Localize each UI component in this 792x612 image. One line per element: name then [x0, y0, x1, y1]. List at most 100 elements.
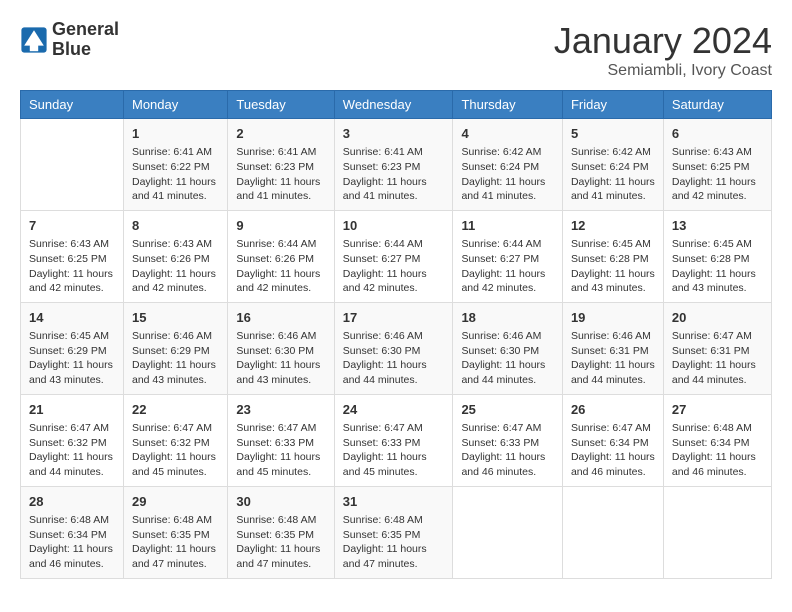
cell-content: Sunrise: 6:45 AMSunset: 6:28 PMDaylight:… [571, 237, 655, 296]
calendar-cell: 11 Sunrise: 6:44 AMSunset: 6:27 PMDayligh… [453, 210, 563, 302]
cell-content: Sunrise: 6:47 AMSunset: 6:34 PMDaylight:… [571, 421, 655, 480]
cell-content: Sunrise: 6:48 AMSunset: 6:34 PMDaylight:… [29, 513, 115, 572]
day-number: 9 [236, 217, 325, 235]
calendar-cell: 16 Sunrise: 6:46 AMSunset: 6:30 PMDayligh… [228, 302, 334, 394]
calendar-week-row: 21Sunrise: 6:47 AMSunset: 6:32 PMDayligh… [21, 394, 772, 486]
month-title: January 2024 [554, 20, 772, 62]
calendar-cell: 20 Sunrise: 6:47 AMSunset: 6:31 PMDayligh… [663, 302, 771, 394]
cell-content: Sunrise: 6:43 AMSunset: 6:26 PMDaylight:… [132, 237, 219, 296]
day-of-week-header: Saturday [663, 91, 771, 119]
day-number: 22 [132, 401, 219, 419]
day-number: 2 [236, 125, 325, 143]
logo-text: General Blue [52, 20, 119, 60]
cell-content: Sunrise: 6:43 AMSunset: 6:25 PMDaylight:… [29, 237, 115, 296]
day-number: 24 [343, 401, 445, 419]
calendar-week-row: 14 Sunrise: 6:45 AMSunset: 6:29 PMDayligh… [21, 302, 772, 394]
calendar-cell: 5 Sunrise: 6:42 AMSunset: 6:24 PMDaylight… [562, 119, 663, 211]
cell-content: Sunrise: 6:42 AMSunset: 6:24 PMDaylight:… [461, 145, 554, 204]
page-header: General Blue January 2024 Semiambli, Ivo… [20, 20, 772, 80]
calendar-cell: 12 Sunrise: 6:45 AMSunset: 6:28 PMDayligh… [562, 210, 663, 302]
day-number: 5 [571, 125, 655, 143]
calendar-cell: 15Sunrise: 6:46 AMSunset: 6:29 PMDayligh… [124, 302, 228, 394]
cell-content: Sunrise: 6:45 AMSunset: 6:28 PMDaylight:… [672, 237, 763, 296]
day-number: 6 [672, 125, 763, 143]
cell-content: Sunrise: 6:48 AMSunset: 6:35 PMDaylight:… [132, 513, 219, 572]
calendar-cell: 28 Sunrise: 6:48 AMSunset: 6:34 PMDayligh… [21, 486, 124, 578]
day-number: 8 [132, 217, 219, 235]
cell-content: Sunrise: 6:47 AMSunset: 6:33 PMDaylight:… [236, 421, 325, 480]
calendar-cell: 21Sunrise: 6:47 AMSunset: 6:32 PMDayligh… [21, 394, 124, 486]
day-of-week-header: Tuesday [228, 91, 334, 119]
day-number: 28 [29, 493, 115, 511]
day-number: 30 [236, 493, 325, 511]
logo: General Blue [20, 20, 119, 60]
title-area: January 2024 Semiambli, Ivory Coast [554, 20, 772, 80]
day-number: 1 [132, 125, 219, 143]
calendar-cell: 22Sunrise: 6:47 AMSunset: 6:32 PMDayligh… [124, 394, 228, 486]
cell-content: Sunrise: 6:48 AMSunset: 6:35 PMDaylight:… [343, 513, 445, 572]
cell-content: Sunrise: 6:46 AMSunset: 6:30 PMDaylight:… [236, 329, 325, 388]
day-of-week-header: Monday [124, 91, 228, 119]
day-number: 18 [461, 309, 554, 327]
calendar-cell: 18 Sunrise: 6:46 AMSunset: 6:30 PMDayligh… [453, 302, 563, 394]
calendar-cell: 14 Sunrise: 6:45 AMSunset: 6:29 PMDayligh… [21, 302, 124, 394]
calendar-cell [21, 119, 124, 211]
day-number: 13 [672, 217, 763, 235]
day-of-week-header: Thursday [453, 91, 563, 119]
cell-content: Sunrise: 6:41 AMSunset: 6:22 PMDaylight:… [132, 145, 219, 204]
day-number: 19 [571, 309, 655, 327]
calendar-cell: 9Sunrise: 6:44 AMSunset: 6:26 PMDaylight… [228, 210, 334, 302]
day-number: 4 [461, 125, 554, 143]
cell-content: Sunrise: 6:48 AMSunset: 6:35 PMDaylight:… [236, 513, 325, 572]
day-number: 21 [29, 401, 115, 419]
calendar-cell: 7 Sunrise: 6:43 AMSunset: 6:25 PMDaylight… [21, 210, 124, 302]
cell-content: Sunrise: 6:48 AMSunset: 6:34 PMDaylight:… [672, 421, 763, 480]
day-of-week-header: Friday [562, 91, 663, 119]
calendar-table: SundayMondayTuesdayWednesdayThursdayFrid… [20, 90, 772, 579]
cell-content: Sunrise: 6:46 AMSunset: 6:29 PMDaylight:… [132, 329, 219, 388]
calendar-cell: 17 Sunrise: 6:46 AMSunset: 6:30 PMDayligh… [334, 302, 453, 394]
calendar-cell: 29 Sunrise: 6:48 AMSunset: 6:35 PMDayligh… [124, 486, 228, 578]
calendar-cell [562, 486, 663, 578]
calendar-cell: 6 Sunrise: 6:43 AMSunset: 6:25 PMDaylight… [663, 119, 771, 211]
day-number: 16 [236, 309, 325, 327]
cell-content: Sunrise: 6:46 AMSunset: 6:31 PMDaylight:… [571, 329, 655, 388]
day-number: 3 [343, 125, 445, 143]
day-number: 7 [29, 217, 115, 235]
calendar-cell: 2Sunrise: 6:41 AMSunset: 6:23 PMDaylight… [228, 119, 334, 211]
day-number: 12 [571, 217, 655, 235]
calendar-week-row: 28 Sunrise: 6:48 AMSunset: 6:34 PMDayligh… [21, 486, 772, 578]
day-number: 31 [343, 493, 445, 511]
calendar-cell: 3 Sunrise: 6:41 AMSunset: 6:23 PMDaylight… [334, 119, 453, 211]
calendar-cell: 4 Sunrise: 6:42 AMSunset: 6:24 PMDaylight… [453, 119, 563, 211]
cell-content: Sunrise: 6:47 AMSunset: 6:31 PMDaylight:… [672, 329, 763, 388]
cell-content: Sunrise: 6:44 AMSunset: 6:27 PMDaylight:… [343, 237, 445, 296]
day-number: 26 [571, 401, 655, 419]
day-number: 27 [672, 401, 763, 419]
cell-content: Sunrise: 6:46 AMSunset: 6:30 PMDaylight:… [461, 329, 554, 388]
day-number: 25 [461, 401, 554, 419]
cell-content: Sunrise: 6:46 AMSunset: 6:30 PMDaylight:… [343, 329, 445, 388]
day-number: 20 [672, 309, 763, 327]
cell-content: Sunrise: 6:42 AMSunset: 6:24 PMDaylight:… [571, 145, 655, 204]
calendar-cell: 24 Sunrise: 6:47 AMSunset: 6:33 PMDayligh… [334, 394, 453, 486]
logo-icon [20, 26, 48, 54]
day-number: 17 [343, 309, 445, 327]
calendar-cell: 31 Sunrise: 6:48 AMSunset: 6:35 PMDayligh… [334, 486, 453, 578]
day-of-week-header: Wednesday [334, 91, 453, 119]
day-of-week-header: Sunday [21, 91, 124, 119]
day-number: 29 [132, 493, 219, 511]
day-number: 23 [236, 401, 325, 419]
cell-content: Sunrise: 6:43 AMSunset: 6:25 PMDaylight:… [672, 145, 763, 204]
calendar-cell [453, 486, 563, 578]
calendar-cell: 8 Sunrise: 6:43 AMSunset: 6:26 PMDaylight… [124, 210, 228, 302]
calendar-cell: 19 Sunrise: 6:46 AMSunset: 6:31 PMDayligh… [562, 302, 663, 394]
cell-content: Sunrise: 6:44 AMSunset: 6:27 PMDaylight:… [461, 237, 554, 296]
day-number: 11 [461, 217, 554, 235]
day-number: 10 [343, 217, 445, 235]
calendar-cell: 10 Sunrise: 6:44 AMSunset: 6:27 PMDayligh… [334, 210, 453, 302]
cell-content: Sunrise: 6:41 AMSunset: 6:23 PMDaylight:… [343, 145, 445, 204]
cell-content: Sunrise: 6:45 AMSunset: 6:29 PMDaylight:… [29, 329, 115, 388]
day-number: 14 [29, 309, 115, 327]
cell-content: Sunrise: 6:47 AMSunset: 6:33 PMDaylight:… [343, 421, 445, 480]
